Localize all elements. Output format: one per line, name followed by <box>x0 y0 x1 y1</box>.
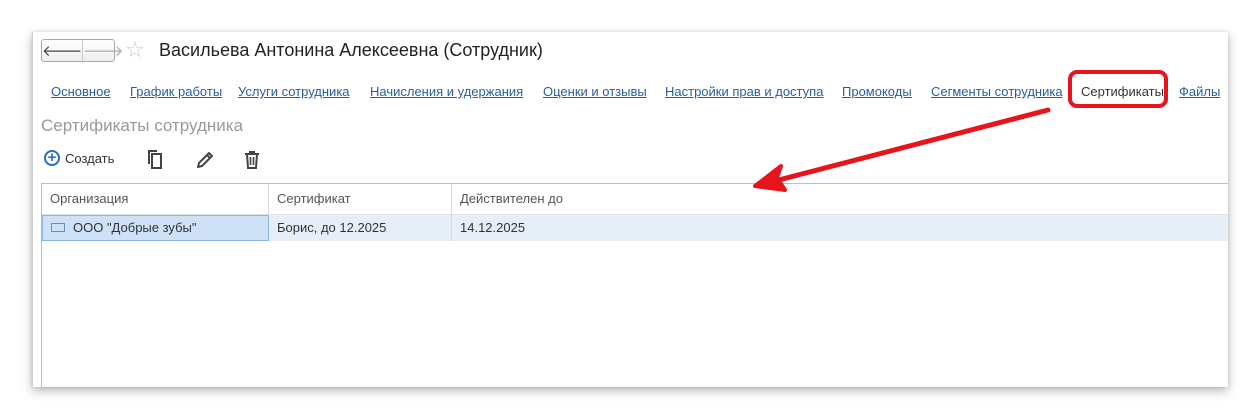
cell-valid-until[interactable]: 14.12.2025 <box>452 215 1228 241</box>
window-title: Васильева Антонина Алексеевна (Сотрудник… <box>159 40 543 60</box>
back-button[interactable]: 🡐 <box>42 40 82 61</box>
create-button[interactable]: + Создать <box>44 150 114 166</box>
edit-pencil-icon[interactable] <box>193 148 217 172</box>
column-header-valid-until[interactable]: Действителен до <box>452 184 1228 214</box>
table-row[interactable]: ООО "Добрые зубы" Борис, до 12.2025 14.1… <box>42 215 1228 241</box>
delete-trash-icon[interactable] <box>240 148 264 172</box>
tab-main[interactable]: Основное <box>51 84 111 99</box>
tab-bar: Основное График работы Услуги сотрудника… <box>33 84 1228 102</box>
history-nav: 🡐 🡒 <box>41 39 123 62</box>
table-header: Организация Сертификат Действителен до <box>42 184 1228 215</box>
arrow-left-icon: 🡐 <box>42 43 83 60</box>
employee-window: 🡐 🡒 ☆ Васильева Антонина Алексеевна (Сот… <box>32 32 1228 387</box>
tab-segments[interactable]: Сегменты сотрудника <box>931 84 1063 99</box>
cell-certificate[interactable]: Борис, до 12.2025 <box>269 215 452 241</box>
arrow-right-icon: 🡒 <box>83 43 124 60</box>
certificates-table: Организация Сертификат Действителен до О… <box>41 183 1228 387</box>
toolbar: + Создать <box>41 148 441 174</box>
star-icon[interactable]: ☆ <box>125 37 145 63</box>
tab-services[interactable]: Услуги сотрудника <box>238 84 350 99</box>
tab-accruals[interactable]: Начисления и удержания <box>370 84 523 99</box>
record-icon <box>51 223 65 233</box>
annotation-highlight-box <box>1068 70 1168 108</box>
tab-access[interactable]: Настройки прав и доступа <box>665 84 823 99</box>
tab-reviews[interactable]: Оценки и отзывы <box>543 84 647 99</box>
tab-promocodes[interactable]: Промокоды <box>842 84 912 99</box>
create-button-label: Создать <box>65 150 115 166</box>
tab-files[interactable]: Файлы <box>1179 84 1220 99</box>
copy-icon[interactable] <box>143 148 167 172</box>
column-header-certificate[interactable]: Сертификат <box>269 184 452 214</box>
tab-schedule[interactable]: График работы <box>130 84 222 99</box>
cell-organization[interactable]: ООО "Добрые зубы" <box>42 215 269 241</box>
forward-button[interactable]: 🡒 <box>82 40 123 61</box>
section-title: Сертификаты сотрудника <box>41 116 244 135</box>
plus-circle-icon: + <box>44 150 60 166</box>
column-header-organization[interactable]: Организация <box>42 184 269 214</box>
cell-organization-text: ООО "Добрые зубы" <box>73 220 197 235</box>
